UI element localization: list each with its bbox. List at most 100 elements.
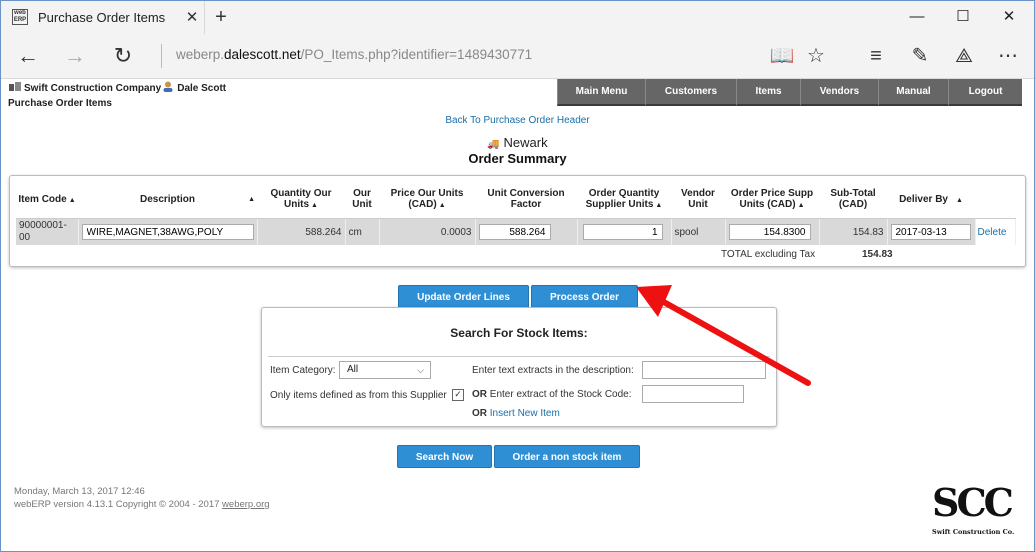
company-logo: SCC Swift Construction Co.: [928, 483, 1020, 539]
insert-new-item-link[interactable]: Insert New Item: [490, 408, 560, 419]
total-value: 154.83: [862, 249, 893, 260]
hub-icon[interactable]: ≡: [860, 40, 892, 72]
col-item-code[interactable]: Item Code ▲: [16, 180, 78, 219]
footer-site-link[interactable]: weberp.org: [222, 499, 270, 510]
menu-manual[interactable]: Manual: [878, 79, 948, 106]
menu-items[interactable]: Items: [736, 79, 800, 106]
truck-icon: 🚚: [487, 139, 500, 150]
our-unit-cell: cm: [345, 218, 380, 245]
stock-code-label: OR Enter extract of the Stock Code:: [472, 389, 632, 400]
chevron-down-icon: ⌵: [417, 365, 424, 375]
reading-view-icon[interactable]: 📖: [766, 40, 798, 72]
url-path: /PO_Items.php?identifier=1489430771: [300, 47, 533, 62]
insert-new-item-row: OR Insert New Item: [472, 408, 560, 419]
update-order-lines-button[interactable]: Update Order Lines: [398, 285, 529, 308]
col-unit-conversion: Unit Conversion Factor: [475, 180, 577, 219]
new-tab-icon[interactable]: +: [208, 5, 234, 29]
footer-date: Monday, March 13, 2017 12:46: [14, 486, 145, 497]
col-vendor-unit: Vendor Unit: [671, 180, 725, 219]
sort-icon: ▲: [438, 202, 446, 209]
logo-name: Swift Construction Co.: [932, 528, 1015, 536]
browser-tab[interactable]: web ERP Purchase Order Items ✕: [0, 0, 205, 34]
order-qty-input[interactable]: [582, 224, 663, 240]
description-search-label: Enter text extracts in the description:: [472, 365, 634, 376]
back-arrow-icon[interactable]: ←: [11, 40, 45, 72]
supplier-only-checkbox[interactable]: ✓: [452, 389, 464, 401]
vendor-unit-cell: spool: [671, 218, 726, 245]
col-deliver-by[interactable]: Deliver By ▲: [887, 180, 975, 219]
url-prefix: weberp.: [176, 47, 225, 62]
location-heading: 🚚 Newark: [0, 135, 1035, 150]
tab-title: Purchase Order Items: [38, 9, 166, 25]
share-icon[interactable]: ⟁: [948, 40, 980, 72]
refresh-icon[interactable]: ↻: [106, 40, 140, 72]
minimize-icon[interactable]: —: [894, 0, 940, 34]
footer-version: webERP version 4.13.1 Copyright © 2004 -…: [14, 499, 220, 510]
delete-link[interactable]: Delete: [978, 227, 1007, 238]
table-row: 90000001-00 588.264 cm 0.0003 spool 154.…: [16, 218, 1016, 245]
sort-icon: ▲: [797, 202, 805, 209]
col-order-qty-supplier[interactable]: Order Quantity Supplier Units ▲: [577, 180, 671, 219]
supplier-only-label: Only items defined as from this Supplier: [270, 390, 447, 401]
page-content: Swift Construction Company Dale Scott Pur…: [0, 79, 1035, 552]
more-icon[interactable]: ⋯: [992, 40, 1024, 72]
table-header-row: Item Code ▲ Description ▲ Quantity Our Uni…: [16, 180, 1015, 219]
order-price-input[interactable]: [728, 224, 811, 240]
order-non-stock-button[interactable]: Order a non stock item: [494, 445, 640, 468]
deliver-by-input[interactable]: [890, 224, 971, 240]
web-note-icon[interactable]: ✎: [904, 40, 936, 72]
sort-icon: ▲: [68, 196, 76, 204]
forward-arrow-icon[interactable]: →: [58, 40, 92, 72]
menu-main-menu[interactable]: Main Menu: [557, 79, 645, 106]
company-name: Swift Construction Company: [24, 83, 162, 94]
browser-titlebar: web ERP Purchase Order Items ✕ + — ☐ ✕: [0, 0, 1035, 34]
subtotal-cell: 154.83: [819, 218, 888, 245]
sort-icon: ▲: [248, 196, 255, 203]
favorite-star-icon[interactable]: ☆: [800, 40, 832, 72]
page-footer: Monday, March 13, 2017 12:46 webERP vers…: [14, 485, 270, 511]
delete-cell: Delete: [975, 218, 1016, 245]
main-nav: Main Menu Customers Items Vendors Manual…: [557, 79, 1022, 106]
menu-logout[interactable]: Logout: [948, 79, 1022, 106]
company-header: Swift Construction Company Dale Scott Pur…: [8, 81, 226, 111]
deliver-by-cell: [887, 218, 976, 245]
sort-icon: ▲: [311, 202, 318, 209]
maximize-icon[interactable]: ☐: [940, 0, 986, 34]
unit-conversion-input[interactable]: [478, 224, 551, 240]
url-host: dalescott.net: [224, 47, 301, 62]
search-now-button[interactable]: Search Now: [397, 445, 492, 468]
qty-our-units-cell: 588.264: [257, 218, 346, 245]
tab-close-icon[interactable]: ✕: [180, 8, 204, 26]
menu-customers[interactable]: Customers: [645, 79, 736, 106]
page-title: Purchase Order Items: [8, 98, 112, 109]
address-bar[interactable]: weberp.dalescott.net/PO_Items.php?identi…: [176, 47, 532, 62]
order-price-cell: [725, 218, 820, 245]
col-order-price-supp[interactable]: Order Price Supp Units (CAD) ▲: [725, 180, 819, 219]
order-lines-table: Item Code ▲ Description ▲ Quantity Our Uni…: [16, 180, 1016, 245]
unit-conversion-cell: [475, 218, 578, 245]
item-code-cell: 90000001-00: [16, 218, 79, 245]
user-icon: [163, 81, 173, 92]
order-summary-title: Order Summary: [468, 151, 567, 166]
category-value: All: [347, 364, 359, 375]
weberp-favicon-icon: web ERP: [12, 9, 28, 25]
sort-icon: ▲: [655, 202, 663, 209]
total-label: TOTAL excluding Tax: [721, 249, 816, 260]
col-qty-our-units[interactable]: Quantity Our Units ▲: [257, 180, 345, 219]
window-close-icon[interactable]: ✕: [986, 0, 1032, 34]
menu-vendors[interactable]: Vendors: [800, 79, 878, 106]
category-label: Item Category:: [270, 365, 336, 376]
company-icon: [9, 82, 21, 91]
col-price-our-units[interactable]: Price Our Units (CAD) ▲: [379, 180, 475, 219]
col-subtotal: Sub-Total (CAD): [819, 180, 887, 219]
price-our-units-cell: 0.0003: [379, 218, 476, 245]
col-description[interactable]: Description ▲: [78, 180, 257, 219]
description-input[interactable]: [81, 224, 254, 240]
annotation-arrow-icon: [636, 285, 811, 386]
category-select[interactable]: All ⌵: [339, 361, 431, 379]
location-name: Newark: [503, 135, 548, 150]
back-to-header-link[interactable]: Back To Purchase Order Header: [0, 115, 1035, 126]
col-actions: [975, 180, 1015, 219]
col-our-unit: Our Unit: [345, 180, 379, 219]
logo-letters: SCC: [932, 480, 1014, 525]
